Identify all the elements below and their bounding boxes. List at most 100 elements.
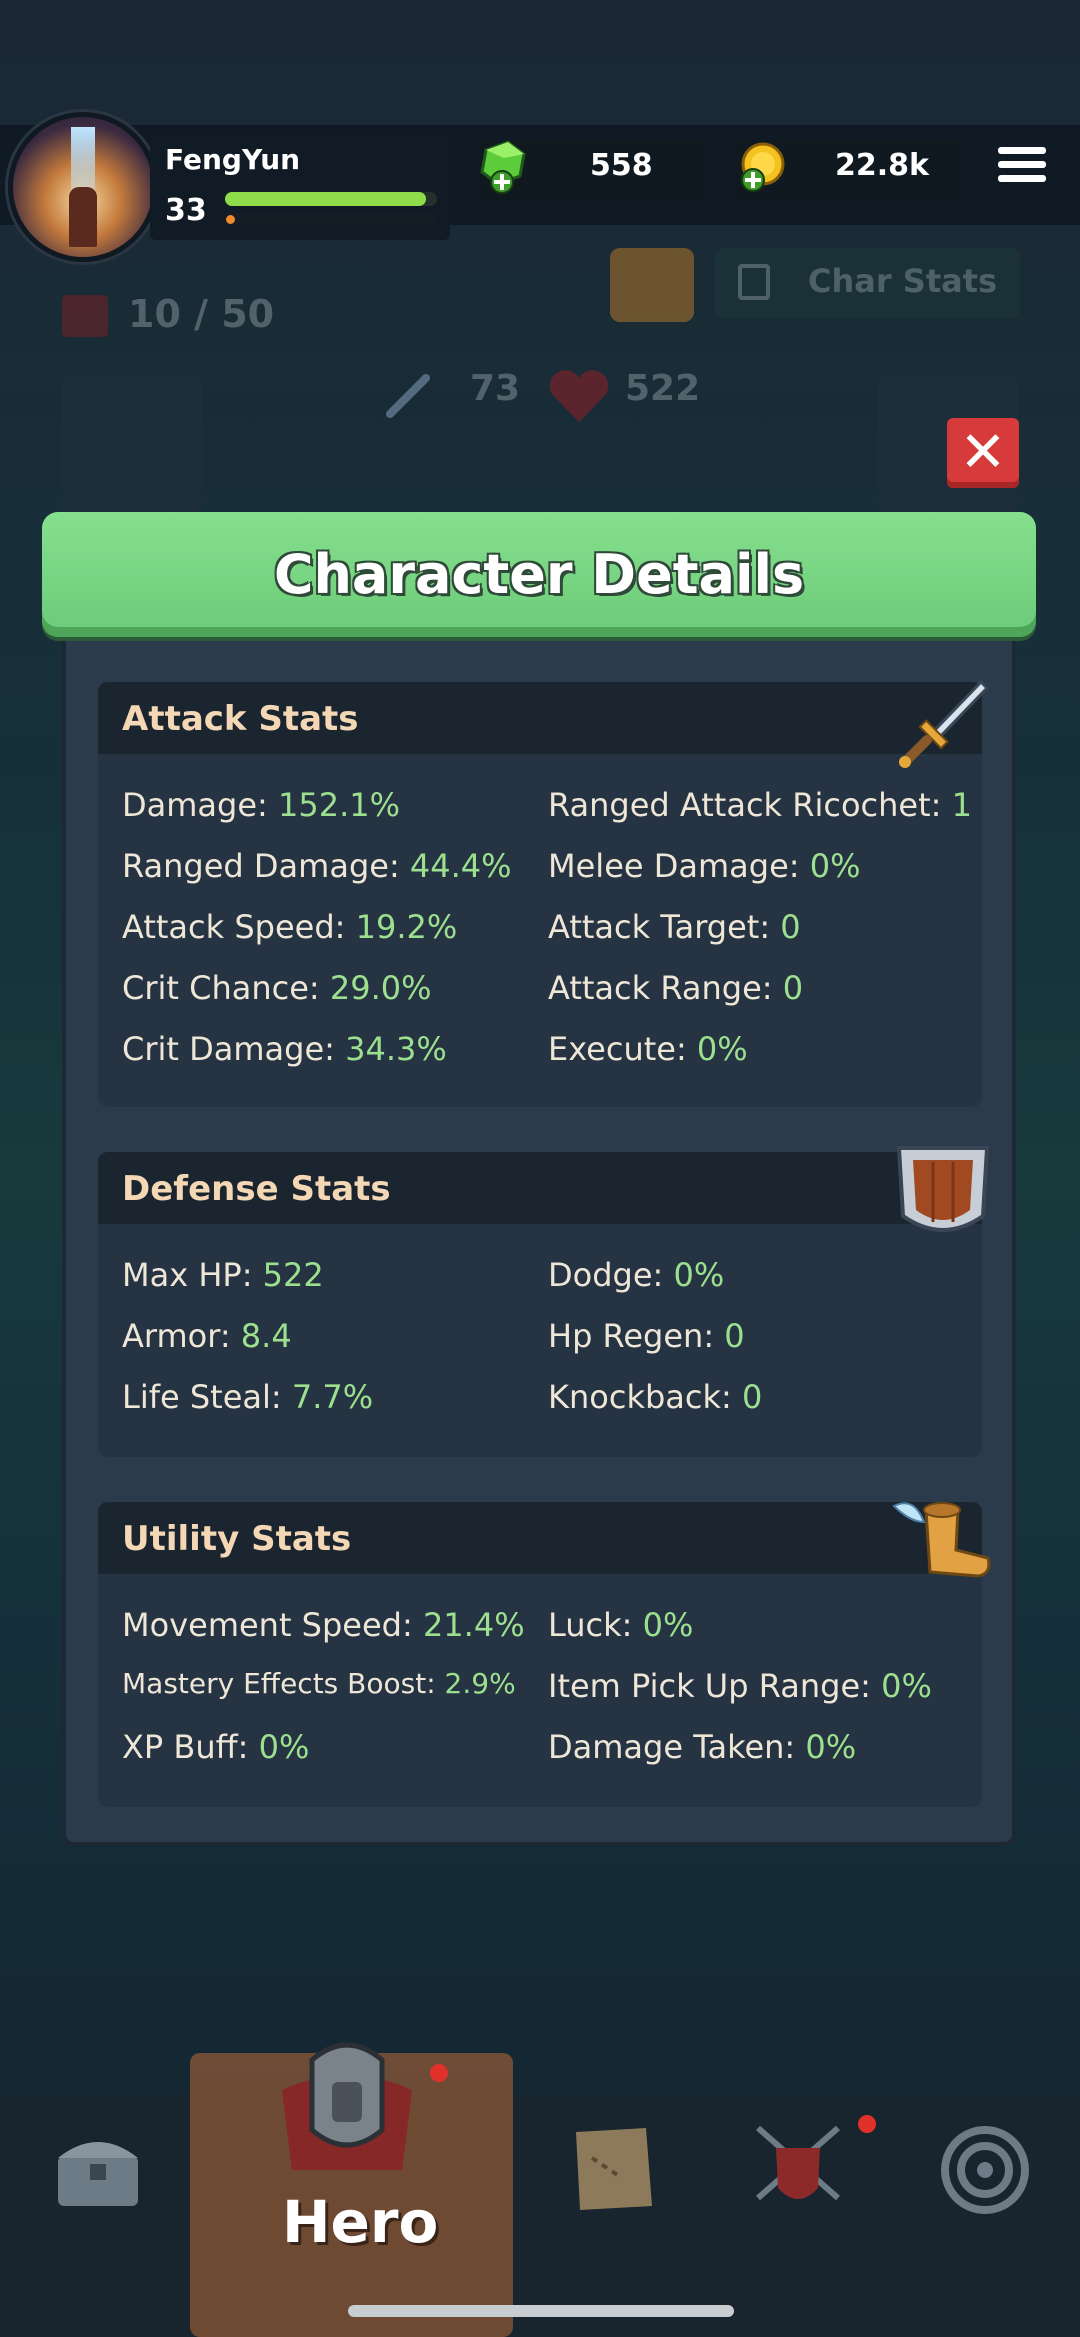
stat-label: Life Steal: <box>122 1378 292 1416</box>
stat-value: 0 <box>724 1317 745 1355</box>
helmet-slot[interactable] <box>62 375 202 515</box>
stat-value: 0% <box>642 1606 694 1644</box>
target-icon[interactable] <box>935 2118 1035 2218</box>
stat-label: Crit Damage: <box>122 1030 346 1068</box>
winged-boot-icon <box>892 1502 991 1578</box>
stat-label: Knockback: <box>548 1378 742 1416</box>
modal-title: Character Details <box>273 543 805 606</box>
close-button[interactable]: ✕ <box>947 418 1019 488</box>
player-xp-fill <box>226 215 235 224</box>
stat-value: 44.4% <box>409 847 512 885</box>
stat-value: 522 <box>262 1256 324 1294</box>
battle-notification-badge <box>858 2115 876 2133</box>
menu-icon[interactable] <box>998 147 1046 189</box>
stat-value: 0 <box>780 908 801 946</box>
stat-value: 152.1% <box>277 786 400 824</box>
stat-value: 0 <box>741 1378 763 1416</box>
modal-header: Character Details <box>42 512 1036 637</box>
stat-value: 8.4 <box>240 1317 292 1355</box>
stat-label: XP Buff: <box>122 1728 259 1766</box>
stat-value: 0% <box>673 1256 725 1294</box>
stat-row: XP Buff: 0% <box>122 1728 309 1766</box>
stat-row: Item Pick Up Range: 0% <box>548 1667 932 1705</box>
stat-label: Max HP: <box>122 1256 263 1294</box>
stat-row: Attack Range: 0 <box>548 969 803 1007</box>
scroll-icon <box>738 264 770 300</box>
stat-label: Item Pick Up Range: <box>548 1667 882 1705</box>
stat-label: Attack Speed: <box>122 908 356 946</box>
stat-row: Damage Taken: 0% <box>548 1728 856 1766</box>
stat-row: Crit Damage: 34.3% <box>122 1030 447 1068</box>
stat-label: Dodge: <box>548 1256 674 1294</box>
player-name: FengYun <box>165 143 301 176</box>
stat-row: Life Steal: 7.7% <box>122 1378 373 1416</box>
stat-row: Damage: 152.1% <box>122 786 400 824</box>
loot-bag-button[interactable] <box>610 248 694 322</box>
shield-icon <box>896 1146 990 1232</box>
stat-row: Armor: 8.4 <box>122 1317 292 1355</box>
stat-label: Ranged Damage: <box>122 847 410 885</box>
attack-stats-title: Attack Stats <box>122 699 359 739</box>
hero-armor-icon <box>282 2042 412 2170</box>
stat-row: Max HP: 522 <box>122 1256 324 1294</box>
close-icon: ✕ <box>959 420 1007 485</box>
gold-count: 22.8k <box>835 148 929 183</box>
char-stats-label: Char Stats <box>808 262 998 300</box>
gem-plus-icon[interactable] <box>478 140 528 196</box>
stat-row: Execute: 0% <box>548 1030 748 1068</box>
defense-stats-title: Defense Stats <box>122 1169 391 1209</box>
stat-row: Ranged Damage: 44.4% <box>122 847 512 885</box>
stat-label: Movement Speed: <box>122 1606 423 1644</box>
stat-value: 21.4% <box>422 1606 525 1644</box>
player-hp-fill <box>225 192 427 206</box>
stat-label: Damage Taken: <box>548 1728 806 1766</box>
gem-count: 558 <box>590 148 653 183</box>
stat-row: Movement Speed: 21.4% <box>122 1606 525 1644</box>
map-scroll-icon[interactable] <box>562 2118 662 2218</box>
home-indicator[interactable] <box>348 2305 734 2317</box>
stat-label: Armor: <box>122 1317 241 1355</box>
hero-notification-badge <box>430 2064 448 2082</box>
stat-value: 0% <box>258 1728 310 1766</box>
stat-value: 0% <box>696 1030 748 1068</box>
stat-value: 0 <box>782 969 804 1007</box>
gold-plus-icon[interactable] <box>735 142 787 194</box>
stat-label: Execute: <box>548 1030 697 1068</box>
hp-value: 522 <box>625 368 701 409</box>
stat-label: Hp Regen: <box>548 1317 725 1355</box>
stat-label: Damage: <box>122 786 278 824</box>
stat-row: Luck: 0% <box>548 1606 693 1644</box>
heart-icon <box>549 370 609 422</box>
stat-row: Knockback: 0 <box>548 1378 762 1416</box>
stat-value: 19.2% <box>355 908 458 946</box>
inventory-capacity: 10 / 50 <box>128 292 275 336</box>
player-avatar[interactable] <box>8 112 158 262</box>
bottom-nav <box>0 2095 1080 2337</box>
stat-label: Melee Damage: <box>548 847 810 885</box>
stat-value: 29.0% <box>329 969 432 1007</box>
utility-stats-title: Utility Stats <box>122 1519 352 1559</box>
crossed-swords-shield-icon[interactable] <box>748 2118 848 2218</box>
stat-label: Mastery Effects Boost: <box>122 1667 445 1700</box>
stat-value: 0% <box>805 1728 857 1766</box>
player-xp-bar <box>225 213 437 225</box>
stat-row: Crit Chance: 29.0% <box>122 969 432 1007</box>
player-level: 33 <box>165 193 207 228</box>
stat-value: 0% <box>881 1667 932 1705</box>
stat-value: 34.3% <box>345 1030 447 1068</box>
stat-value: 1 <box>951 786 972 824</box>
inventory-chest-icon <box>62 295 108 337</box>
stat-value: 0% <box>809 847 861 885</box>
stat-row: Ranged Attack Ricochet: 1 <box>548 786 972 824</box>
stat-row: Attack Target: 0 <box>548 908 801 946</box>
attack-value: 73 <box>470 368 521 409</box>
nav-label-hero: Hero <box>282 2188 439 2256</box>
sword-icon <box>899 679 990 768</box>
stat-row: Melee Damage: 0% <box>548 847 860 885</box>
sword-icon <box>386 374 430 418</box>
stat-value: 2.9% <box>444 1667 516 1700</box>
stat-label: Luck: <box>548 1606 643 1644</box>
stat-row: Dodge: 0% <box>548 1256 724 1294</box>
stat-label: Ranged Attack Ricochet: <box>548 786 952 824</box>
treasure-chest-icon[interactable] <box>48 2118 148 2218</box>
